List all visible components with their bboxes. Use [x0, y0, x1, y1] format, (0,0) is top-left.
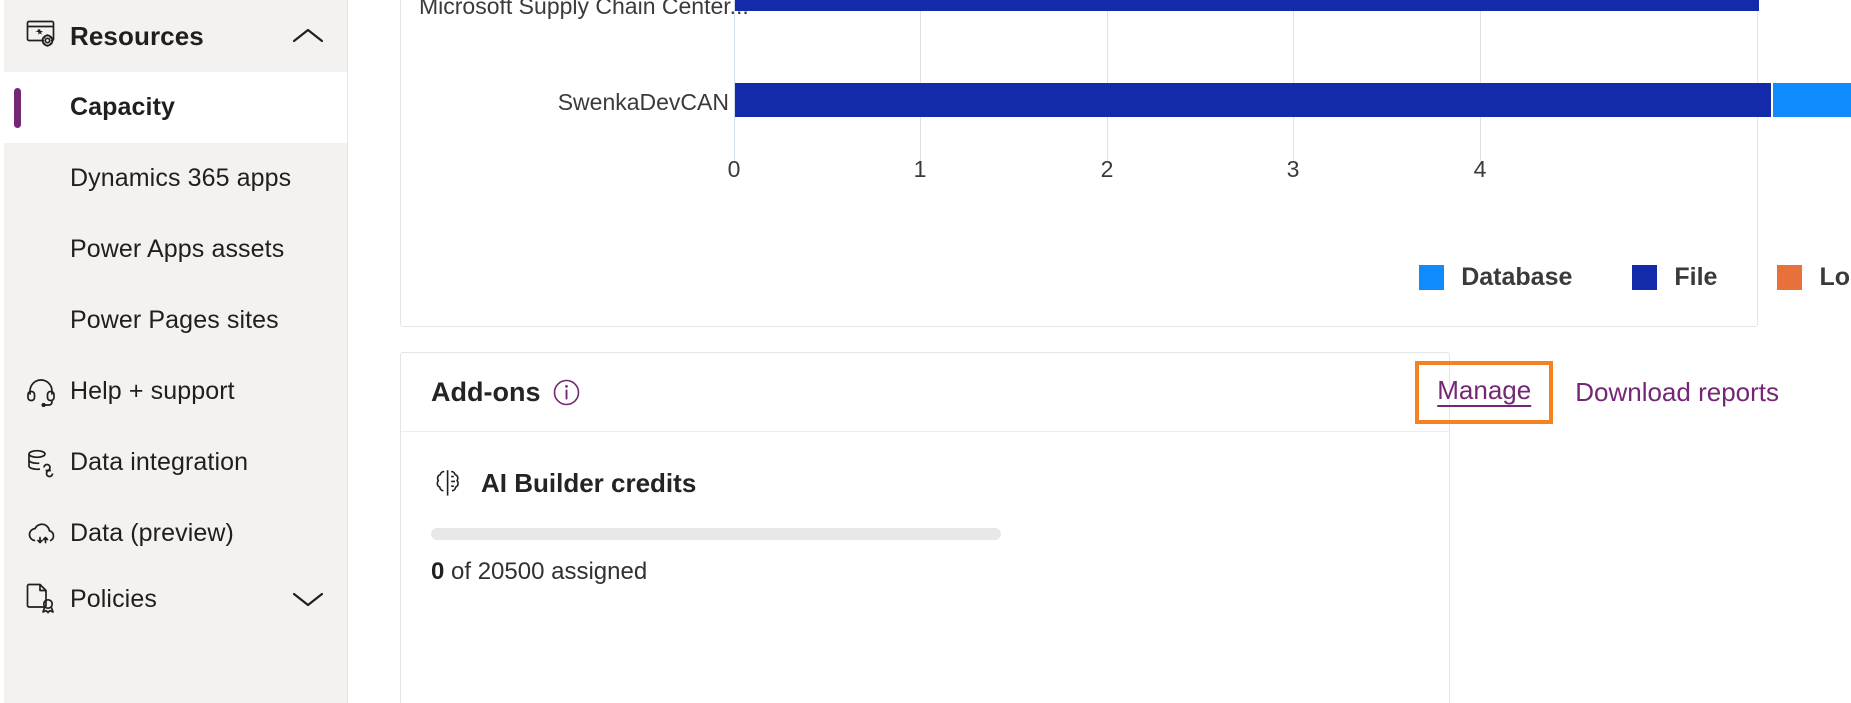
sidebar-item-label: Dynamics 365 apps	[70, 164, 292, 192]
resources-icon	[26, 20, 70, 52]
left-navigation: Resources Capacity Dynamics 365 apps Pow…	[0, 0, 348, 703]
legend-item-file[interactable]: File	[1632, 263, 1717, 292]
sidebar-group-resources[interactable]: Resources	[0, 0, 347, 72]
addon-assigned-count: 0	[431, 558, 445, 585]
legend-label: File	[1674, 262, 1718, 291]
selection-indicator	[14, 87, 21, 128]
cloud-download-icon	[26, 520, 70, 548]
legend-label: Lo	[1819, 262, 1850, 291]
chart-y-axis	[734, 0, 735, 161]
headset-icon	[26, 377, 70, 407]
sidebar-item-label: Capacity	[70, 93, 176, 121]
sidebar-item-capacity[interactable]: Capacity	[0, 72, 347, 143]
legend-swatch-file	[1632, 264, 1658, 290]
chart-bar-segment-file[interactable]	[735, 0, 1759, 11]
chart-gridline	[920, 0, 921, 161]
chevron-down-icon[interactable]	[291, 582, 325, 616]
legend-item-database[interactable]: Database	[1419, 263, 1572, 292]
chart-gridline	[1480, 0, 1481, 161]
policies-icon	[26, 583, 70, 615]
manage-highlight-box: Manage	[1415, 361, 1554, 424]
chart-x-tick: 4	[1473, 156, 1487, 182]
sidebar-item-dynamics-365-apps[interactable]: Dynamics 365 apps	[0, 143, 347, 214]
sidebar-item-data-preview[interactable]: Data (preview)	[0, 498, 347, 569]
legend-swatch-database	[1419, 264, 1445, 290]
sidebar-item-label: Help + support	[70, 377, 235, 405]
ai-builder-icon	[431, 466, 465, 500]
chart-bar-segment-database[interactable]	[1773, 83, 1851, 117]
sidebar-item-policies[interactable]: Policies	[0, 569, 347, 629]
main-content: Microsoft Supply Chain Center... SwenkaD…	[348, 0, 1851, 703]
addon-name: AI Builder credits	[481, 467, 697, 498]
addons-card: Add-ons Manage Download reports AI Build…	[400, 352, 1779, 703]
legend-swatch-log	[1777, 264, 1803, 290]
download-reports-link[interactable]: Download reports	[1575, 377, 1779, 408]
addons-header: Add-ons Manage Download reports	[401, 353, 1779, 432]
sidebar-item-data-integration[interactable]: Data integration	[0, 427, 347, 498]
sidebar-item-help-support[interactable]: Help + support	[0, 356, 347, 427]
addons-body: AI Builder credits 0 of 20500 assigned	[401, 432, 1449, 586]
page-gutter	[0, 0, 4, 703]
chart-x-tick: 0	[727, 156, 741, 182]
sidebar-group-label: Resources	[70, 20, 204, 51]
addon-title-row: AI Builder credits	[431, 466, 1419, 500]
addon-assigned-suffix: of 20500 assigned	[444, 558, 648, 585]
info-icon[interactable]	[553, 379, 580, 406]
chart-category-label: SwenkaDevCAN	[557, 89, 729, 115]
chart-x-tick: 3	[1286, 156, 1300, 182]
sidebar-item-label: Data integration	[70, 448, 249, 476]
chart-x-tick: 1	[913, 156, 927, 182]
addons-title: Add-ons	[431, 376, 541, 407]
legend-label: Database	[1461, 262, 1573, 291]
chart-gridline	[1107, 0, 1108, 161]
page-root: Resources Capacity Dynamics 365 apps Pow…	[0, 0, 1851, 703]
sidebar-item-label: Power Apps assets	[70, 235, 285, 263]
chart-bar-segment-file[interactable]	[735, 83, 1771, 117]
sidebar-item-power-pages-sites[interactable]: Power Pages sites	[0, 285, 347, 356]
sidebar-item-label: Data (preview)	[70, 519, 234, 547]
database-link-icon	[26, 448, 70, 478]
sidebar-item-label: Policies	[70, 584, 157, 613]
manage-link[interactable]: Manage	[1437, 375, 1531, 406]
sidebar-item-power-apps-assets[interactable]: Power Apps assets	[0, 214, 347, 285]
legend-item-log[interactable]: Lo	[1777, 263, 1850, 292]
addon-progress-bar	[431, 528, 1001, 540]
addons-actions: Manage Download reports	[1415, 353, 1779, 432]
chevron-up-icon[interactable]	[291, 19, 325, 53]
chart-gridline	[1293, 0, 1294, 161]
addon-status-text: 0 of 20500 assigned	[431, 558, 1419, 586]
chart-x-tick: 2	[1100, 156, 1114, 182]
chart-category-label: Microsoft Supply Chain Center...	[419, 0, 749, 19]
addon-item-ai-builder-credits: AI Builder credits 0 of 20500 assigned	[431, 466, 1419, 586]
sidebar-item-label: Power Pages sites	[70, 306, 279, 334]
chart-legend: Database File Lo	[400, 255, 1850, 299]
